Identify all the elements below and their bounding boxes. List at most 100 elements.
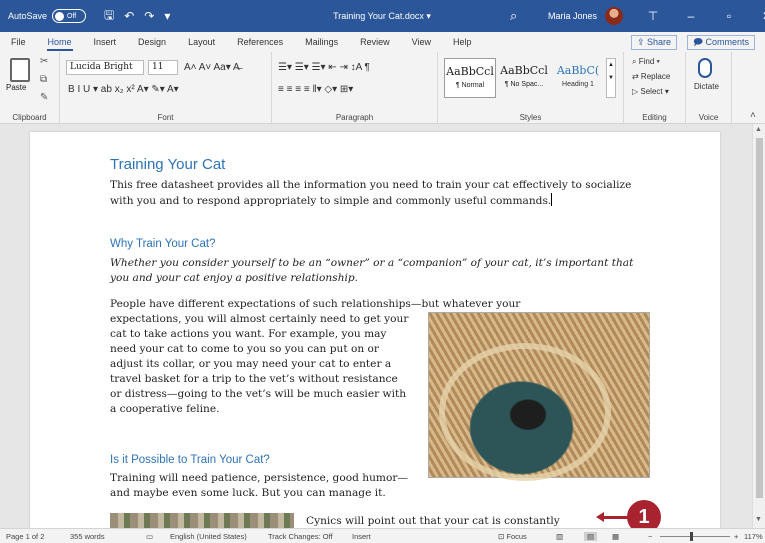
zoom-in-button[interactable]: + [734, 532, 738, 541]
possible-paragraph: Training will need patience, persistence… [110, 472, 408, 499]
paste-icon[interactable] [10, 58, 30, 82]
language-indicator[interactable]: English (United States) [170, 532, 247, 541]
tab-home[interactable]: Home [37, 32, 83, 52]
zoom-slider-knob[interactable] [690, 532, 693, 541]
autosave-control[interactable]: AutoSave Off [8, 0, 87, 32]
vertical-scrollbar[interactable]: ▲ ▼ [752, 124, 765, 528]
heading-why-train: Why Train Your Cat? [110, 238, 216, 250]
microphone-icon[interactable] [698, 58, 712, 78]
collapse-ribbon-icon[interactable]: ˄ [750, 110, 756, 121]
web-layout-icon[interactable]: ▦ [612, 532, 619, 541]
tab-review[interactable]: Review [349, 32, 401, 52]
zoom-out-button[interactable]: − [648, 532, 652, 541]
expectations-paragraph: expectations, you will almost certainly … [110, 313, 409, 415]
customize-qat-icon[interactable]: ▾ [164, 9, 170, 23]
dictate-button[interactable]: Dictate [694, 82, 719, 91]
tab-layout[interactable]: Layout [177, 32, 226, 52]
editing-label: Editing [642, 113, 667, 122]
tab-design[interactable]: Design [127, 32, 177, 52]
tab-file[interactable]: File [0, 32, 37, 52]
font-group: Lucida Bright 11 A˄ A˅ Aa▾ A̶ B I U ▾ ab… [60, 52, 272, 124]
zoom-level[interactable]: 117% [744, 532, 763, 541]
style-normal[interactable]: AaBbCcl ¶ Normal [444, 58, 496, 98]
word-count[interactable]: 355 words [70, 532, 105, 541]
intro-paragraph: This free datasheet provides all the inf… [110, 179, 632, 207]
voice-group: Dictate Voice [686, 52, 732, 124]
tab-mailings[interactable]: Mailings [294, 32, 349, 52]
tab-references[interactable]: References [226, 32, 294, 52]
font-row-1[interactable]: A˄ A˅ Aa▾ A̶ [184, 62, 240, 73]
styles-gallery-scroll[interactable]: ▲ ▼ [606, 58, 616, 98]
format-painter-icon[interactable]: ✎ [40, 92, 48, 103]
paragraph-row-2[interactable]: ≡ ≡ ≡ ≡ ‖▾ ◇▾ ⊞▾ [278, 84, 353, 95]
track-changes-indicator[interactable]: Track Changes: Off [268, 532, 333, 541]
callout-pointer [600, 516, 630, 519]
copy-icon[interactable]: ⧉ [40, 74, 47, 85]
quick-access-toolbar: 🖫 ↶ ↷ ▾ [104, 0, 170, 32]
search-icon[interactable]: ⌕ [510, 0, 517, 32]
document-title-heading: Training Your Cat [110, 156, 226, 173]
close-button[interactable]: ✕ [748, 9, 765, 23]
ribbon: Paste ✂ ⧉ ✎ Clipboard Lucida Bright 11 A… [0, 52, 765, 124]
maximize-button[interactable]: ▫ [710, 9, 748, 23]
expectations-line-1: People have different expectations of su… [110, 298, 521, 310]
style-no-spacing[interactable]: AaBbCcl ¶ No Spac... [498, 58, 550, 98]
autosave-toggle[interactable]: Off [52, 9, 87, 23]
select-button[interactable]: ▷ Select ▾ [632, 87, 669, 96]
find-button[interactable]: ⌕ Find ▾ [632, 57, 660, 67]
text-cursor [551, 193, 553, 206]
print-layout-icon[interactable]: ▤ [584, 532, 598, 541]
autosave-label: AutoSave [8, 11, 48, 21]
focus-button[interactable]: ⊡ Focus [498, 532, 527, 541]
document-page[interactable]: Training Your Cat This free datasheet pr… [30, 132, 720, 532]
clipboard-group: Paste ✂ ⧉ ✎ Clipboard [0, 52, 60, 124]
font-row-2[interactable]: B I U ▾ ab x₂ x² A▾ ✎▾ A▾ [68, 84, 179, 95]
user-account[interactable]: Maria Jones [548, 0, 624, 32]
callout-arrow-tip [596, 512, 604, 522]
voice-label: Voice [698, 113, 719, 122]
avatar[interactable] [605, 7, 624, 25]
replace-button[interactable]: ⇄ Replace [632, 72, 670, 81]
editing-group: ⌕ Find ▾ ⇄ Replace ▷ Select ▾ Editing [624, 52, 686, 124]
heading-is-it-possible: Is it Possible to Train Your Cat? [110, 454, 270, 466]
clipboard-label: Clipboard [12, 113, 47, 122]
paragraph-label: Paragraph [335, 113, 374, 122]
font-label: Font [157, 113, 174, 122]
minimize-button[interactable]: – [672, 9, 710, 23]
tab-help[interactable]: Help [442, 32, 483, 52]
styles-group: AaBbCcl ¶ Normal AaBbCcl ¶ No Spac... Aa… [438, 52, 624, 124]
paragraph-group: ☰▾ ☰▾ ☰▾ ⇤ ⇥ ↕A ¶ ≡ ≡ ≡ ≡ ‖▾ ◇▾ ⊞▾ Parag… [272, 52, 438, 124]
cynics-paragraph: Cynics will point out that your cat is c… [306, 515, 560, 527]
zoom-slider[interactable] [660, 536, 730, 537]
scrollbar-thumb[interactable] [756, 138, 763, 498]
paste-button[interactable]: Paste [6, 83, 26, 92]
insert-mode-indicator[interactable]: Insert [352, 532, 371, 541]
title-bar: AutoSave Off 🖫 ↶ ↷ ▾ Training Your Cat.d… [0, 0, 765, 32]
document-area: Training Your Cat This free datasheet pr… [0, 124, 752, 532]
cut-icon[interactable]: ✂ [40, 56, 48, 67]
ribbon-display-options-icon[interactable]: ⊤ [634, 9, 672, 23]
why-train-paragraph: Whether you consider yourself to be an “… [110, 257, 634, 284]
cat-in-basket-image[interactable] [428, 312, 650, 481]
undo-icon[interactable]: ↶ [124, 9, 134, 23]
share-button[interactable]: ⇪ Share [630, 35, 677, 50]
document-title[interactable]: Training Your Cat.docx ▾ [312, 0, 452, 32]
tab-insert[interactable]: Insert [83, 32, 128, 52]
page-count[interactable]: Page 1 of 2 [6, 532, 44, 541]
tab-view[interactable]: View [401, 32, 442, 52]
read-mode-icon[interactable]: ▥ [556, 532, 563, 541]
paragraph-row-1[interactable]: ☰▾ ☰▾ ☰▾ ⇤ ⇥ ↕A ¶ [278, 62, 370, 73]
proofing-icon[interactable]: ▭ [146, 532, 153, 541]
scroll-up-icon[interactable]: ▲ [755, 126, 762, 133]
user-name: Maria Jones [548, 11, 598, 21]
font-name-box[interactable]: Lucida Bright [66, 60, 144, 75]
scroll-down-icon[interactable]: ▼ [755, 516, 762, 523]
style-heading-1[interactable]: AaBbC( Heading 1 [552, 58, 604, 98]
status-bar: Page 1 of 2 355 words ▭ English (United … [0, 528, 765, 543]
styles-label: Styles [519, 113, 542, 122]
window-controls: ⊤ – ▫ ✕ [634, 0, 765, 32]
save-icon[interactable]: 🖫 [104, 6, 114, 27]
comments-button[interactable]: 🗩 Comments [686, 35, 755, 50]
redo-icon[interactable]: ↷ [144, 9, 154, 23]
font-size-box[interactable]: 11 [148, 60, 178, 75]
